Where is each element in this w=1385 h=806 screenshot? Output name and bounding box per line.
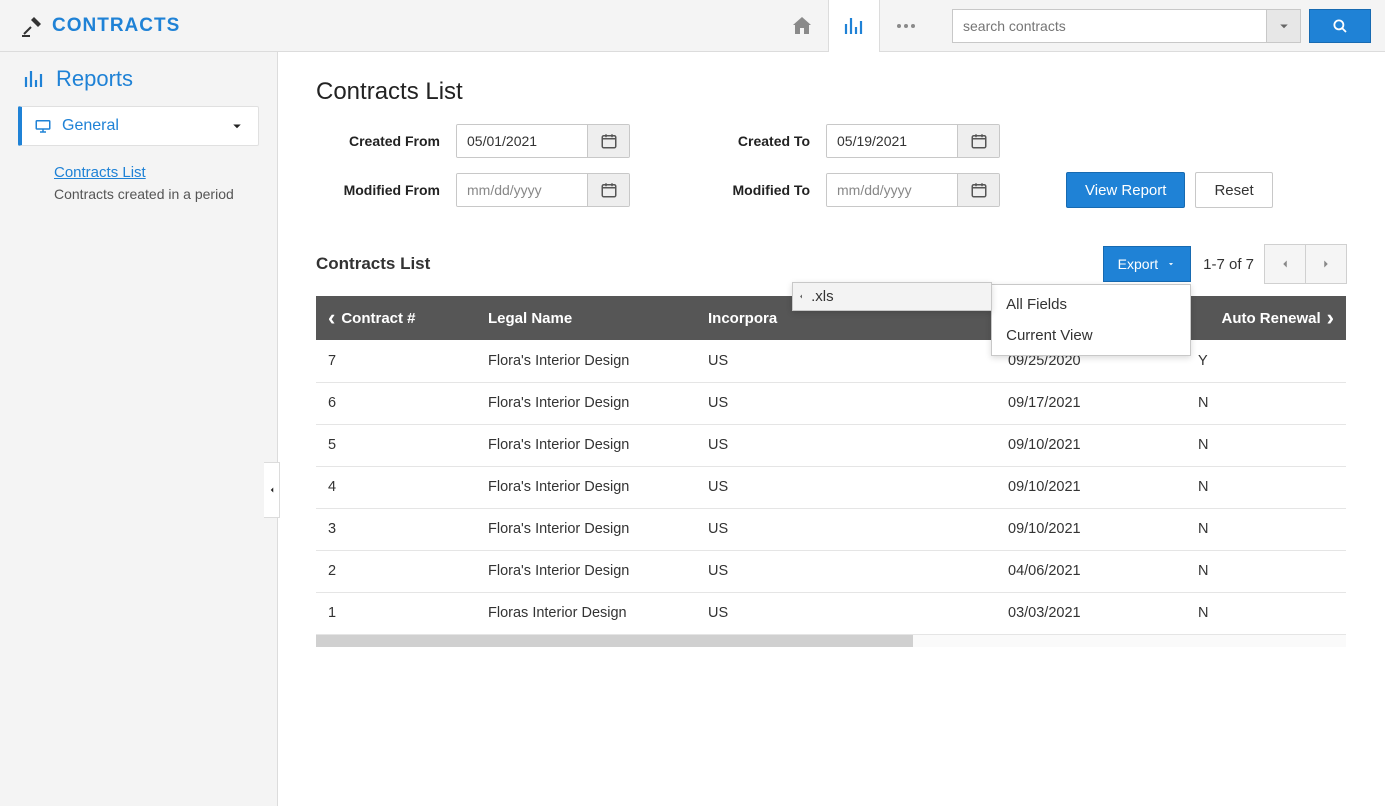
label-modified-to: Modified To [686,182,826,198]
export-menu-current-view[interactable]: Current View [992,320,1190,351]
calendar-icon[interactable] [957,125,999,157]
reset-button[interactable]: Reset [1195,172,1272,208]
cell-incorporated: US [696,340,996,382]
cell-auto_renewal: N [1186,424,1346,466]
col-legal-name[interactable]: Legal Name [476,296,696,340]
col-auto-renewal[interactable]: Auto Renewal [1186,296,1346,340]
label-created-to: Created To [686,133,826,149]
cell-renewal_date: 09/10/2021 [996,466,1186,508]
results-title: Contracts List [316,254,430,274]
sidebar-reports-title: Reports [56,66,133,92]
export-button-label: Export [1118,256,1158,272]
sidebar-link-description: Contracts created in a period [54,185,249,205]
table-row[interactable]: 2Flora's Interior DesignUS04/06/2021N [316,550,1346,592]
cell-auto_renewal: N [1186,508,1346,550]
cell-renewal_date: 04/06/2021 [996,550,1186,592]
cell-renewal_date: 03/03/2021 [996,592,1186,634]
cell-auto_renewal: Y [1186,340,1346,382]
sidebar-item-general[interactable]: General [18,106,259,146]
topbar: CONTRACTS [0,0,1385,52]
gavel-icon [20,14,44,38]
cell-contract_no: 2 [316,550,476,592]
calendar-icon[interactable] [957,174,999,206]
table-row[interactable]: 6Flora's Interior DesignUS09/17/2021N [316,382,1346,424]
cell-legal_name: Flora's Interior Design [476,382,696,424]
input-created-to[interactable] [827,125,957,157]
bar-chart-icon [22,67,46,91]
search-input[interactable] [952,9,1267,43]
col-contract-no[interactable]: Contract # [316,296,476,340]
cell-legal_name: Flora's Interior Design [476,340,696,382]
scrollbar-thumb[interactable] [316,635,913,647]
label-created-from: Created From [316,133,456,149]
cell-renewal_date: 09/17/2021 [996,382,1186,424]
search-dropdown-button[interactable] [1267,9,1301,43]
pager-next-button[interactable] [1305,244,1347,284]
search-button[interactable] [1309,9,1371,43]
cell-renewal_date: 09/10/2021 [996,424,1186,466]
cell-contract_no: 1 [316,592,476,634]
calendar-icon[interactable] [587,174,629,206]
page-title: Contracts List [316,78,1347,106]
sidebar-link-contracts-list[interactable]: Contracts List [54,164,249,181]
results-table: Contract # Legal Name Incorpora Renewal … [316,296,1346,635]
cell-incorporated: US [696,466,996,508]
cell-auto_renewal: N [1186,466,1346,508]
pager-text: 1-7 of 7 [1203,256,1254,273]
sidebar-collapse-handle[interactable] [264,462,280,518]
label-modified-from: Modified From [316,182,456,198]
export-flyout-xls[interactable]: .xls [792,282,992,311]
table-row[interactable]: 5Flora's Interior DesignUS09/10/2021N [316,424,1346,466]
cell-legal_name: Flora's Interior Design [476,424,696,466]
cell-legal_name: Flora's Interior Design [476,550,696,592]
pager-prev-button[interactable] [1264,244,1306,284]
more-icon[interactable] [880,0,932,52]
chevron-down-icon [228,117,246,135]
cell-contract_no: 5 [316,424,476,466]
cell-renewal_date: 09/10/2021 [996,508,1186,550]
input-modified-to[interactable] [827,174,957,206]
home-icon[interactable] [776,0,828,52]
table-row[interactable]: 4Flora's Interior DesignUS09/10/2021N [316,466,1346,508]
table-row[interactable]: 7Flora's Interior DesignUS09/25/2020Y [316,340,1346,382]
cell-legal_name: Floras Interior Design [476,592,696,634]
cell-contract_no: 7 [316,340,476,382]
view-report-button[interactable]: View Report [1066,172,1185,208]
search-bar [952,9,1371,43]
cell-legal_name: Flora's Interior Design [476,466,696,508]
cell-incorporated: US [696,550,996,592]
table-row[interactable]: 3Flora's Interior DesignUS09/10/2021N [316,508,1346,550]
sidebar-sublinks: Contracts List Contracts created in a pe… [18,146,259,205]
reports-icon[interactable] [828,0,880,52]
cell-contract_no: 6 [316,382,476,424]
cell-auto_renewal: N [1186,592,1346,634]
export-button[interactable]: Export [1103,246,1191,282]
export-menu-all-fields[interactable]: All Fields [992,289,1190,320]
cell-legal_name: Flora's Interior Design [476,508,696,550]
calendar-icon[interactable] [587,125,629,157]
export-dropdown-menu: All Fields Current View [991,284,1191,356]
horizontal-scrollbar[interactable] [316,635,1346,647]
content: Contracts List Created From Created To [278,52,1385,806]
cell-auto_renewal: N [1186,550,1346,592]
table-row[interactable]: 1Floras Interior DesignUS03/03/2021N [316,592,1346,634]
monitor-icon [34,117,52,135]
cell-auto_renewal: N [1186,382,1346,424]
export-flyout-xls-label: .xls [811,288,834,305]
cell-incorporated: US [696,592,996,634]
input-created-from[interactable] [457,125,587,157]
sidebar-item-label: General [62,117,119,135]
top-nav-icons [776,0,932,52]
cell-contract_no: 3 [316,508,476,550]
input-modified-from[interactable] [457,174,587,206]
cell-contract_no: 4 [316,466,476,508]
cell-incorporated: US [696,424,996,466]
cell-incorporated: US [696,382,996,424]
brand: CONTRACTS [20,14,180,38]
cell-incorporated: US [696,508,996,550]
sidebar-reports-header: Reports [18,66,259,92]
brand-title: CONTRACTS [52,15,180,37]
sidebar: Reports General Contracts List Contracts… [0,52,278,806]
